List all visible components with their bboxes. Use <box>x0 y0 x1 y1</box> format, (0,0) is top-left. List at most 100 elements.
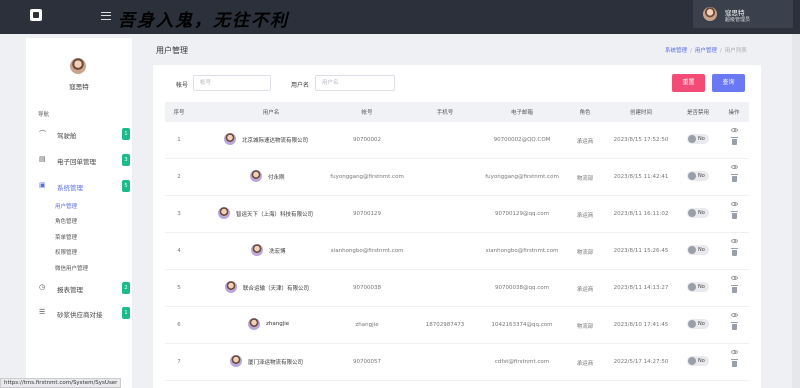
cell-email: 90700129@qq.com <box>495 211 549 217</box>
view-icon[interactable] <box>731 313 738 317</box>
header-user-role: 超级管理员 <box>725 17 751 23</box>
disable-toggle[interactable]: No <box>687 319 709 329</box>
disable-toggle[interactable]: No <box>687 171 709 181</box>
cell-no: 4 <box>177 248 181 254</box>
cell-account: xianhongbo@firstnmt.com <box>330 248 404 254</box>
sidebar-avatar <box>70 58 86 74</box>
cell-role: 物流部 <box>576 176 594 182</box>
disable-toggle[interactable]: No <box>687 208 709 218</box>
delete-icon[interactable] <box>731 211 738 219</box>
sidebar: 寇思特 导航 ⌒ 驾驶舱 1 ▤ 电子回单管理 3 ▣ 系统管理 5 用户管理 … <box>26 38 132 388</box>
toggle-knob <box>688 357 696 365</box>
toggle-label: No <box>698 247 705 253</box>
cell-created: 2022/5/17 14:27:50 <box>613 359 669 365</box>
submenu-user-management[interactable]: 用户管理 <box>55 202 77 210</box>
table-row[interactable]: 5 联合运输（天津）有限公司 90700038 90700038@qq.com 承运商 2… <box>165 270 749 307</box>
cell-phone: 18702987473 <box>425 322 465 328</box>
delete-icon[interactable] <box>731 137 738 145</box>
cell-username: 智运天下（上海）科技有限公司 <box>236 212 314 218</box>
breadcrumb: 系统管理 / 用户管理 / 用户列表 <box>665 48 747 54</box>
column-header: 是否禁用 <box>686 110 710 116</box>
sidebar-item-dashboard[interactable]: ⌒ 驾驶舱 1 <box>38 128 130 140</box>
table-row[interactable]: 2 付永刚 fuyonggang@firstnmt.com fuyonggang@fi… <box>165 159 749 196</box>
cell-created: 2023/8/11 15:26:45 <box>613 248 669 254</box>
account-label: 帐号 <box>176 82 189 89</box>
page-title: 用户管理 <box>156 46 188 55</box>
cell-username: 北京城际速达物流有限公司 <box>242 138 309 144</box>
cell-role: 物流部 <box>576 250 594 256</box>
table-row[interactable]: 3 智运天下（上海）科技有限公司 90700129 90700129@qq.com 承运… <box>165 196 749 233</box>
cell-no: 2 <box>177 174 181 180</box>
username-input[interactable] <box>315 75 395 91</box>
column-header: 创建时间 <box>629 110 653 116</box>
reset-button[interactable]: 重置 <box>672 74 705 92</box>
cell-created: 2023/8/10 17:41:45 <box>613 322 669 328</box>
view-icon[interactable] <box>731 350 738 354</box>
column-header: 用户名 <box>262 110 280 116</box>
table-row[interactable]: 1 北京城际速达物流有限公司 90700002 90700002@QQ.COM 承运商 2… <box>165 122 749 159</box>
toggle-label: No <box>698 321 705 327</box>
delete-icon[interactable] <box>731 248 738 256</box>
sidebar-item-label: 驾驶舱 <box>57 132 77 140</box>
delete-icon[interactable] <box>731 174 738 182</box>
user-avatar <box>248 318 260 330</box>
user-avatar <box>225 281 237 293</box>
cell-no: 6 <box>177 322 181 328</box>
main-panel: 帐号 用户名 重置 查询 序号 用户名 帐号 手机号 电子邮箱 角色 创建时间 … <box>153 65 761 388</box>
toggle-knob <box>688 172 696 180</box>
submenu-permission-management[interactable]: 权限管理 <box>55 248 77 256</box>
disable-toggle[interactable]: No <box>687 134 709 144</box>
view-icon[interactable] <box>731 239 738 243</box>
submenu-wechat-user-management[interactable]: 微信用户管理 <box>55 264 88 272</box>
query-button[interactable]: 查询 <box>712 74 745 92</box>
table-row[interactable]: 7 厦门泽运物流有限公司 90700057 cdfst@firstnmt.com 承运商… <box>165 344 749 381</box>
report-icon: ◷ <box>39 283 46 291</box>
table-row[interactable]: 4 冼宏博 xianhongbo@firstnmt.com xianhongbo@fi… <box>165 233 749 270</box>
menu-toggle-icon[interactable] <box>101 12 111 20</box>
cell-email: xianhongbo@firstnmt.com <box>485 248 559 254</box>
page-scrollbar[interactable] <box>792 34 800 388</box>
cell-email: 90700038@qq.com <box>495 285 549 291</box>
submenu-role-management[interactable]: 角色管理 <box>55 217 77 225</box>
breadcrumb-item[interactable]: 系统管理 <box>665 48 687 54</box>
sidebar-item-report[interactable]: ◷ 报表管理 2 <box>38 282 130 294</box>
cell-username: 厦门泽运物流有限公司 <box>248 360 304 366</box>
toggle-knob <box>688 320 696 328</box>
sidebar-item-label: 系统管理 <box>57 184 83 192</box>
delete-icon[interactable] <box>731 285 738 293</box>
sidebar-item-system[interactable]: ▣ 系统管理 5 <box>38 180 130 192</box>
cell-role: 承运商 <box>576 213 594 219</box>
table-row[interactable]: 6 zhangjie zhangjie 18702987473 1042163374@q… <box>165 307 749 344</box>
cell-username: 付永刚 <box>268 175 285 181</box>
app-logo-icon[interactable] <box>30 9 42 21</box>
disable-toggle[interactable]: No <box>687 356 709 366</box>
user-menu[interactable]: 寇思特 超级管理员 <box>693 0 793 28</box>
user-avatar <box>218 207 230 219</box>
sidebar-item-supplier[interactable]: ☰ 砂浆供应商对接 1 <box>38 307 130 319</box>
delete-icon[interactable] <box>731 322 738 330</box>
submenu-menu-management[interactable]: 菜单管理 <box>55 233 77 241</box>
breadcrumb-current: 用户列表 <box>724 48 747 54</box>
delete-icon[interactable] <box>731 359 738 367</box>
view-icon[interactable] <box>731 276 738 280</box>
toggle-knob <box>688 246 696 254</box>
sidebar-item-receipt[interactable]: ▤ 电子回单管理 3 <box>38 154 130 166</box>
count-badge: 2 <box>122 282 130 294</box>
user-avatar <box>224 133 236 145</box>
account-input[interactable] <box>193 75 271 91</box>
system-icon: ▣ <box>39 181 46 189</box>
top-bar: 吾身入鬼，无往不利 寇思特 超级管理员 <box>0 0 800 34</box>
disable-toggle[interactable]: No <box>687 282 709 292</box>
cell-email: cdfst@firstnmt.com <box>494 359 550 365</box>
view-icon[interactable] <box>731 165 738 169</box>
cell-no: 7 <box>177 359 181 365</box>
user-avatar <box>230 355 242 367</box>
disable-toggle[interactable]: No <box>687 245 709 255</box>
cell-no: 1 <box>177 137 181 143</box>
cell-account: 90700038 <box>353 285 381 291</box>
column-header: 电子邮箱 <box>510 110 534 116</box>
column-header: 手机号 <box>436 110 454 116</box>
breadcrumb-item[interactable]: 用户管理 <box>695 48 717 54</box>
view-icon[interactable] <box>731 202 738 206</box>
view-icon[interactable] <box>731 128 738 132</box>
